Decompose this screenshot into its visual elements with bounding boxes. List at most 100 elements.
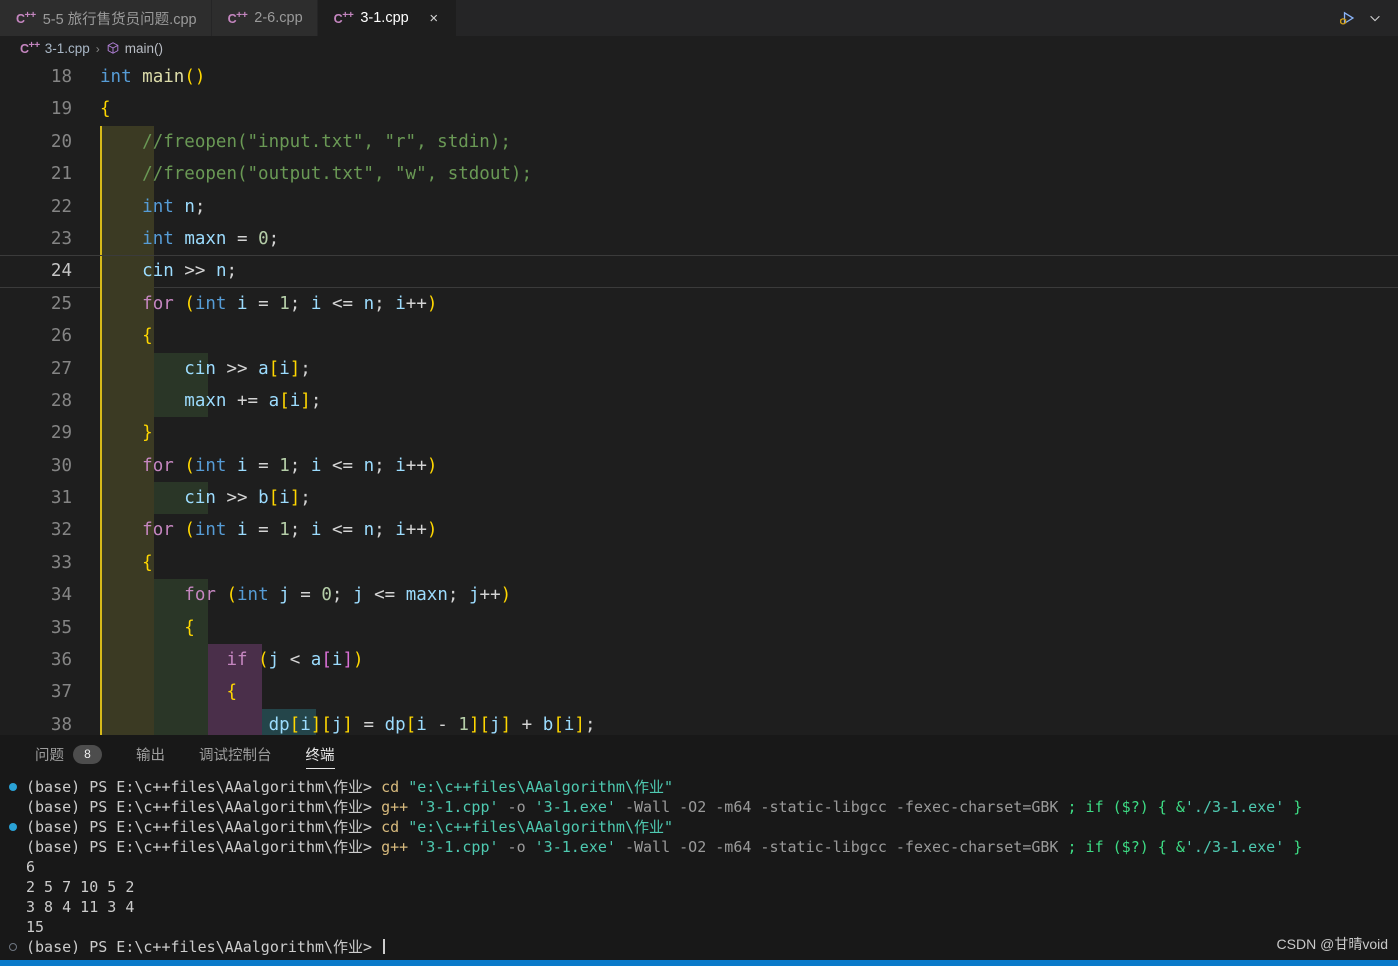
panel-tab-output[interactable]: 输出 [119, 735, 182, 773]
line-text: cin >> a[i]; [184, 358, 311, 379]
code-line[interactable]: 26 { [0, 320, 1398, 353]
line-number: 23 [50, 228, 72, 249]
editor-tab-bar: C++ 5-5 旅行售货员问题.cpp C++ 2-6.cpp C++ 3-1.… [0, 0, 1398, 36]
status-bar [0, 960, 1398, 966]
line-text: for (int j = 0; j <= maxn; j++) [184, 585, 512, 606]
line-number: 32 [50, 520, 72, 541]
line-text: if (j < a[i]) [226, 650, 364, 671]
code-line[interactable]: 38 dp[i][j] = dp[i - 1][j] + b[i]; [0, 708, 1398, 735]
editor-tab-2[interactable]: C++ 3-1.cpp × [317, 0, 457, 36]
editor-tab-label: 3-1.cpp [360, 10, 409, 26]
code-line[interactable]: 37 { [0, 676, 1398, 709]
line-text: cin >> b[i]; [184, 488, 311, 509]
command-pending-marker [9, 943, 17, 951]
panel-tab-debug-console[interactable]: 调试控制台 [182, 735, 289, 773]
panel-tab-label: 调试控制台 [199, 747, 272, 764]
line-number: 36 [50, 650, 72, 671]
editor-actions [1334, 0, 1398, 36]
code-line[interactable]: 21 //freopen("output.txt", "w", stdout); [0, 158, 1398, 191]
cpp-file-icon: C++ [227, 9, 248, 27]
terminal-line: (base) PS E:\c++files\AAalgorithm\作业> [4, 937, 1398, 957]
breadcrumb: C++ 3-1.cpp › main() [0, 36, 1398, 61]
terminal-command: cd [381, 818, 400, 836]
code-line[interactable]: 32 for (int i = 1; i <= n; i++) [0, 514, 1398, 547]
code-line[interactable]: 22 int n; [0, 190, 1398, 223]
line-text: //freopen("input.txt", "r", stdin); [142, 131, 511, 152]
code-line[interactable]: 25 for (int i = 1; i <= n; i++) [0, 287, 1398, 321]
editor-tabs: C++ 5-5 旅行售货员问题.cpp C++ 2-6.cpp C++ 3-1.… [0, 0, 457, 36]
line-number: 29 [50, 423, 72, 444]
line-number: 21 [50, 164, 72, 185]
breadcrumb-symbol[interactable]: main() [106, 41, 163, 56]
line-text: { [100, 99, 111, 120]
code-editor[interactable]: 18 int main() 19 {20 //freopen("input.txt",… [0, 61, 1398, 735]
bottom-panel: 问题 8 输出 调试控制台 终端 (base) PS E:\c++files\A… [0, 735, 1398, 966]
line-text: dp[i][j] = dp[i - 1][j] + b[i]; [268, 714, 596, 735]
terminal-line: 2 5 7 10 5 2 [4, 877, 1398, 897]
status-badge: 8 [73, 744, 102, 764]
code-line[interactable]: 35 { [0, 611, 1398, 645]
line-number: 18 [50, 67, 72, 87]
code-line[interactable]: 34 for (int j = 0; j <= maxn; j++) [0, 579, 1398, 612]
code-line[interactable]: 30 for (int i = 1; i <= n; i++) [0, 449, 1398, 483]
line-text: for (int i = 1; i <= n; i++) [142, 293, 438, 314]
code-line[interactable]: 18 int main() [0, 61, 1398, 93]
panel-tab-label: 问题 [35, 747, 64, 764]
panel-tab-label: 终端 [305, 747, 335, 764]
line-number: 33 [50, 552, 72, 573]
command-success-marker [9, 823, 17, 831]
terminal-command: cd [381, 778, 400, 796]
code-line[interactable]: 29 } [0, 417, 1398, 450]
line-number: 22 [50, 196, 72, 217]
code-line[interactable]: 36 if (j < a[i]) [0, 644, 1398, 677]
code-line[interactable]: 24 cin >> n; [0, 255, 1398, 289]
panel-tab-problems[interactable]: 问题 8 [18, 735, 119, 773]
terminal-command: g++ [381, 838, 409, 856]
cpp-file-icon: C++ [333, 9, 354, 27]
code-line[interactable]: 33 { [0, 546, 1398, 580]
terminal-line: (base) PS E:\c++files\AAalgorithm\作业> g+… [26, 798, 1303, 816]
terminal-command: g++ [381, 798, 409, 816]
line-number: 35 [50, 617, 72, 638]
line-number: 30 [50, 455, 72, 476]
line-number: 24 [50, 261, 72, 282]
line-number: 38 [50, 714, 72, 735]
line-text: for (int i = 1; i <= n; i++) [142, 455, 438, 476]
editor-tab-label: 2-6.cpp [254, 10, 303, 26]
watermark: CSDN @甘晴void [1276, 936, 1388, 952]
code-line[interactable]: 31 cin >> b[i]; [0, 482, 1398, 515]
terminal-line: 15 [4, 917, 1398, 937]
code-line[interactable]: 28 maxn += a[i]; [0, 384, 1398, 418]
line-text: } [142, 423, 153, 444]
code-lines[interactable]: 18 int main() 19 {20 //freopen("input.txt",… [0, 61, 1398, 735]
terminal-line: 6 [4, 857, 1398, 877]
line-number: 19 [50, 99, 72, 120]
run-and-debug-icon[interactable] [1334, 5, 1360, 31]
terminal-output-text: 3 8 4 11 3 4 [26, 898, 135, 916]
line-number: 37 [50, 682, 72, 703]
code-line[interactable]: 19 { [0, 93, 1398, 125]
line-number: 26 [50, 326, 72, 347]
breadcrumb-file[interactable]: C++ 3-1.cpp [20, 40, 90, 56]
code-line[interactable]: 27 cin >> a[i]; [0, 352, 1398, 385]
code-line[interactable]: 20 //freopen("input.txt", "r", stdin); [0, 125, 1398, 159]
line-number: 28 [50, 390, 72, 411]
editor-tab-1[interactable]: C++ 2-6.cpp [211, 0, 318, 36]
code-line[interactable]: 23 int maxn = 0; [0, 222, 1398, 256]
breadcrumb-separator: › [95, 41, 100, 56]
line-text: maxn += a[i]; [184, 390, 322, 411]
editor-tab-0[interactable]: C++ 5-5 旅行售货员问题.cpp [0, 0, 212, 36]
symbol-method-icon [106, 41, 120, 56]
line-text: { [226, 682, 237, 703]
terminal-output-text: 15 [26, 918, 45, 936]
editor-tab-label: 5-5 旅行售货员问题.cpp [42, 11, 197, 28]
close-icon[interactable]: × [426, 11, 442, 26]
line-text: for (int i = 1; i <= n; i++) [142, 520, 438, 541]
panel-tab-label: 输出 [136, 747, 165, 764]
chevron-down-icon[interactable] [1362, 5, 1388, 31]
terminal-line: (base) PS E:\c++files\AAalgorithm\作业> cd… [4, 777, 1398, 797]
panel-tab-terminal[interactable]: 终端 [289, 735, 352, 773]
line-text: int n; [142, 196, 206, 217]
terminal-output[interactable]: (base) PS E:\c++files\AAalgorithm\作业> cd… [0, 773, 1398, 966]
line-text: int maxn = 0; [142, 228, 280, 249]
